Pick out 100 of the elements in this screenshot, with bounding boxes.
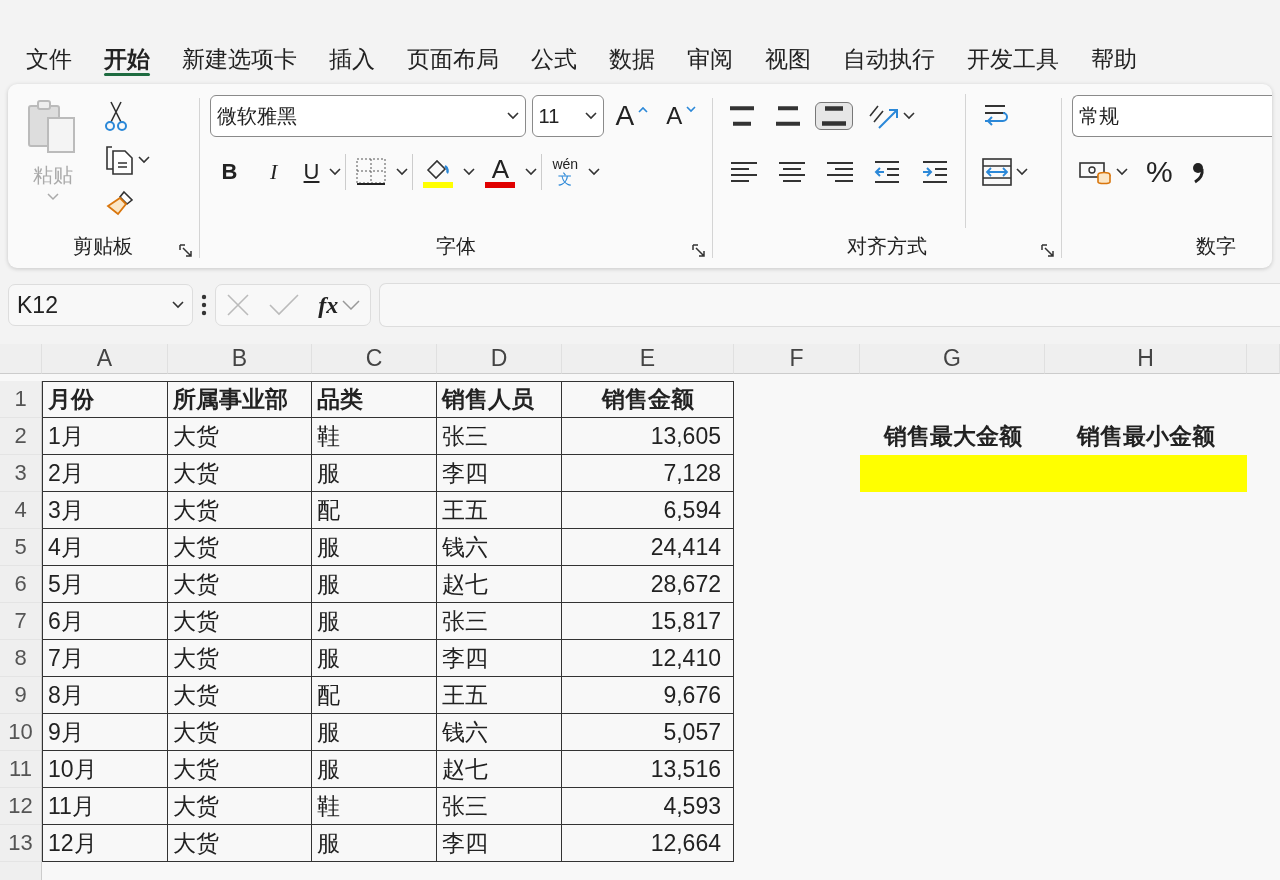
table-cell: 李四 <box>437 825 562 862</box>
bold-button[interactable]: B <box>209 155 250 189</box>
table-cell: 服 <box>312 751 437 788</box>
row-header[interactable]: 1 <box>0 381 42 418</box>
percent-style-button[interactable]: % <box>1140 151 1179 193</box>
table-cell: 大货 <box>168 529 312 566</box>
column-header[interactable]: A <box>42 344 168 374</box>
name-box[interactable]: K12 <box>8 284 193 326</box>
row-header[interactable]: 10 <box>0 714 42 751</box>
ribbon-tab[interactable]: 新建选项卡 <box>166 38 313 78</box>
column-header[interactable]: B <box>168 344 312 374</box>
phonetic-button[interactable]: wén 文 <box>546 153 585 191</box>
column-header[interactable]: E <box>562 344 734 374</box>
more-options-icon[interactable] <box>201 294 207 316</box>
table-cell: 12,664 <box>562 825 734 862</box>
table-cell: 大货 <box>168 492 312 529</box>
chevron-down-icon[interactable] <box>329 168 342 176</box>
number-format-dropdown[interactable]: 常规 <box>1072 95 1272 137</box>
group-label: 字体 <box>434 234 477 259</box>
chevron-down-icon[interactable] <box>396 168 409 176</box>
align-lines-icon <box>825 159 854 185</box>
dialog-launcher-icon[interactable] <box>1041 244 1056 258</box>
chevron-down-icon[interactable] <box>463 168 476 176</box>
row-header[interactable]: 9 <box>0 677 42 714</box>
row-header[interactable]: 12 <box>0 788 42 825</box>
ribbon-tab[interactable]: 文件 <box>10 38 88 78</box>
increase-font-size-button[interactable]: A <box>609 96 655 136</box>
row-header[interactable]: 6 <box>0 566 42 603</box>
row-header[interactable]: 2 <box>0 418 42 455</box>
chevron-down-icon <box>342 300 361 310</box>
dialog-launcher-icon[interactable] <box>692 244 707 258</box>
ribbon-tab[interactable]: 审阅 <box>671 38 749 78</box>
chevron-down-icon[interactable] <box>506 112 519 120</box>
align-lines-icon <box>775 106 802 126</box>
table-cell: 大货 <box>168 825 312 862</box>
column-header[interactable]: F <box>734 344 860 374</box>
ribbon-tab[interactable]: 开发工具 <box>951 38 1075 78</box>
table-cell: 11月 <box>42 788 168 825</box>
column-header[interactable]: H <box>1045 344 1247 374</box>
table-cell: 大货 <box>168 455 312 492</box>
scissors-icon <box>104 100 128 132</box>
group-label: 剪贴板 <box>72 234 135 259</box>
ribbon-tab[interactable]: 公式 <box>515 38 593 78</box>
ribbon-tab[interactable]: 自动执行 <box>827 38 951 78</box>
ribbon-tab[interactable]: 帮助 <box>1075 38 1153 78</box>
chevron-down-icon[interactable] <box>903 112 916 120</box>
table-cell: 配 <box>312 677 437 714</box>
chevron-down-icon[interactable] <box>172 301 184 309</box>
underline-button[interactable]: U <box>297 155 326 189</box>
table-cell: 7,128 <box>562 455 734 492</box>
indent-left-icon <box>873 159 902 185</box>
checkmark-icon[interactable] <box>269 294 299 316</box>
chevron-down-icon[interactable] <box>138 156 150 164</box>
table-cell: 大货 <box>168 418 312 455</box>
chevron-down-icon[interactable] <box>1116 168 1128 176</box>
column-header[interactable]: C <box>312 344 437 374</box>
chevron-down-icon[interactable] <box>525 168 538 176</box>
decrease-font-size-button[interactable]: A <box>660 98 703 134</box>
ribbon-tab[interactable]: 页面布局 <box>391 38 515 78</box>
formula-input[interactable] <box>379 283 1280 327</box>
merge-cells-icon <box>982 158 1013 186</box>
row-header[interactable]: 11 <box>0 751 42 788</box>
ribbon-tab[interactable]: 开始 <box>88 38 166 78</box>
indent-right-icon <box>921 159 950 185</box>
table-cell: 李四 <box>437 455 562 492</box>
row-header[interactable]: 4 <box>0 492 42 529</box>
table-cell: 张三 <box>437 603 562 640</box>
ribbon-tab[interactable]: 数据 <box>593 38 671 78</box>
table-cell: 赵七 <box>437 751 562 788</box>
table-cell: 2月 <box>42 455 168 492</box>
row-header[interactable]: 7 <box>0 603 42 640</box>
table-cell: 大货 <box>168 677 312 714</box>
chevron-down-icon[interactable] <box>1016 168 1029 176</box>
ribbon-tab[interactable]: 插入 <box>313 38 391 78</box>
row-header[interactable]: 8 <box>0 640 42 677</box>
chevron-down-icon[interactable] <box>588 168 601 176</box>
insert-function-button[interactable]: fx <box>318 291 361 319</box>
comma-icon <box>1190 160 1205 184</box>
vertical-align-button[interactable] <box>815 102 854 130</box>
dialog-launcher-icon[interactable] <box>178 244 193 258</box>
align-lines-icon <box>729 106 756 126</box>
column-header[interactable]: D <box>437 344 562 374</box>
table-cell: 销售金额 <box>562 381 734 418</box>
table-cell-text: 销售最大金额 <box>882 422 1023 451</box>
row-header[interactable]: 5 <box>0 529 42 566</box>
row-header[interactable]: 3 <box>0 455 42 492</box>
table-cell: 服 <box>312 640 437 677</box>
table-cell: 9,676 <box>562 677 734 714</box>
table-cell: 12,410 <box>562 640 734 677</box>
row-header[interactable]: 13 <box>0 825 42 862</box>
align-lines-icon <box>729 159 758 185</box>
table-cell: 8月 <box>42 677 168 714</box>
font-size-dropdown[interactable]: 11 <box>531 95 604 137</box>
italic-button[interactable]: I <box>253 155 294 189</box>
font-color-button[interactable]: A <box>479 152 522 192</box>
ribbon-tab[interactable]: 视图 <box>749 38 827 78</box>
font-name-dropdown[interactable]: 微软雅黑 <box>209 95 526 137</box>
chevron-down-icon[interactable] <box>584 112 597 120</box>
column-header[interactable]: G <box>860 344 1045 374</box>
group-label: 对齐方式 <box>846 234 929 259</box>
